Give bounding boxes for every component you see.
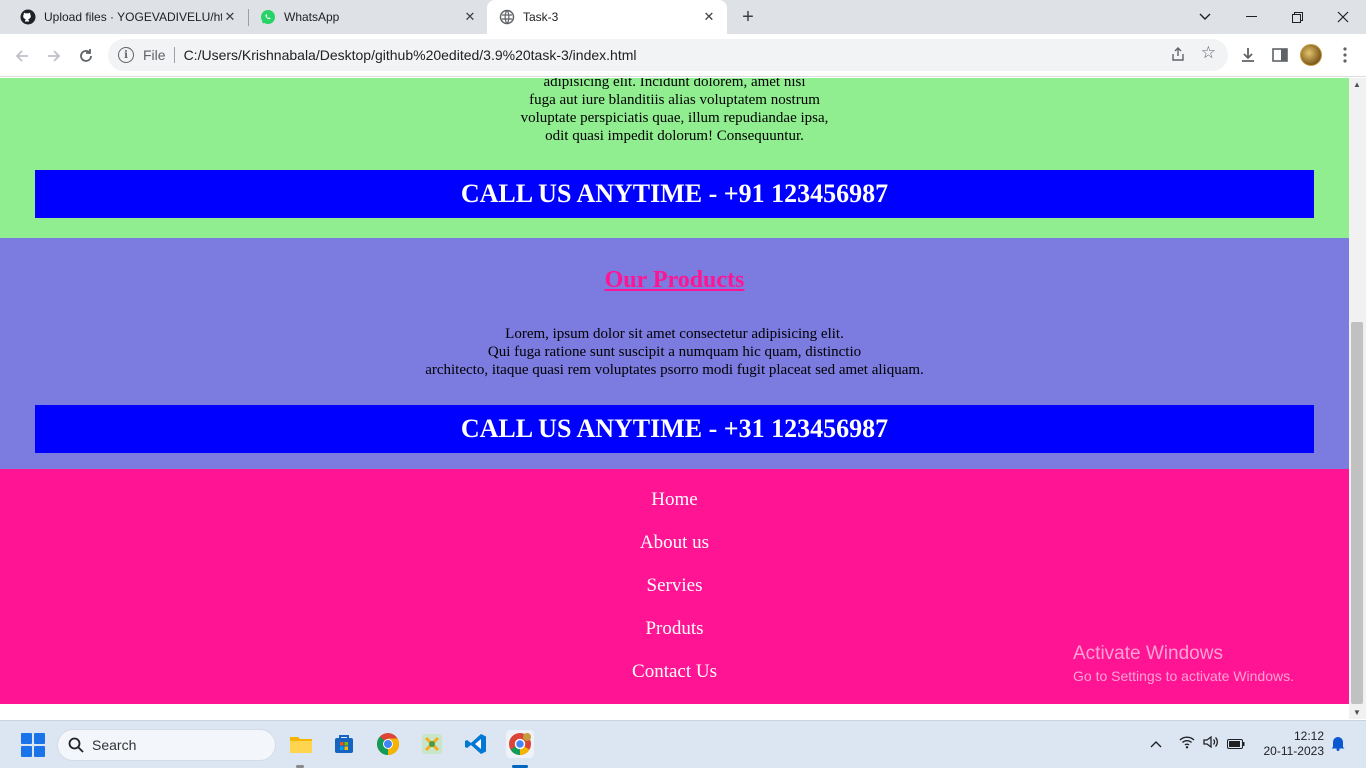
restore-icon[interactable] [1274, 0, 1320, 34]
github-icon [20, 9, 36, 25]
chevron-up-icon[interactable] [1150, 736, 1162, 751]
forward-button[interactable] [40, 42, 68, 70]
vscode-icon[interactable] [462, 730, 490, 758]
minimize-icon[interactable] [1228, 0, 1274, 34]
reload-button[interactable] [72, 42, 100, 70]
download-icon[interactable] [1236, 43, 1260, 67]
products-line: architecto, itaque quasi rem voluptates … [425, 362, 924, 378]
tab-title: Task-3 [523, 10, 559, 24]
footer-link-services[interactable]: Servies [647, 575, 703, 596]
whatsapp-icon [260, 9, 276, 25]
new-tab-button[interactable]: + [736, 5, 760, 29]
search-icon [68, 737, 84, 753]
chrome-profile-icon[interactable] [506, 730, 534, 758]
products-section: Our Products Lorem, ipsum dolor sit amet… [0, 238, 1349, 469]
forward-arrow-icon [48, 50, 61, 62]
intro-line: odit quasi impedit dolorum! Consequuntur… [545, 128, 804, 144]
notification-bell-icon[interactable] [1331, 735, 1345, 754]
dev-tools-app-icon[interactable] [418, 730, 446, 758]
address-bar[interactable]: i File C:/Users/Krishnabala/Desktop/gith… [108, 39, 1228, 71]
footer-nav: Home About us Servies Produts Contact Us… [0, 469, 1349, 704]
clock-time: 12:12 [1293, 729, 1324, 743]
tab-task-3[interactable]: Task-3 ✕ [487, 0, 727, 34]
bookmark-star-icon[interactable]: ☆ [1201, 43, 1216, 63]
scroll-down-arrow-icon[interactable]: ▼ [1353, 708, 1361, 717]
tab-search-chevron-icon[interactable] [1182, 0, 1228, 34]
windows-taskbar: Search 12:12 20-11-2023 [0, 720, 1366, 768]
close-tab-icon[interactable]: ✕ [701, 9, 717, 25]
back-arrow-icon [15, 50, 28, 62]
close-tab-icon[interactable]: ✕ [462, 9, 478, 25]
tab-github-upload[interactable]: Upload files · YOGEVADIVELU/ht ✕ [8, 0, 248, 34]
url-text[interactable]: C:/Users/Krishnabala/Desktop/github%20ed… [184, 47, 637, 63]
site-info-icon[interactable]: i [118, 47, 134, 63]
profile-avatar[interactable] [1300, 44, 1322, 66]
intro-line: adipisicing elit. Incidunt dolorem, amet… [543, 78, 806, 90]
footer-link-home[interactable]: Home [651, 489, 697, 510]
intro-section: adipisicing elit. Incidunt dolorem, amet… [0, 78, 1349, 238]
close-window-icon[interactable] [1320, 0, 1366, 34]
microsoft-store-icon[interactable] [330, 730, 358, 758]
products-heading: Our Products [604, 267, 745, 293]
side-panel-icon[interactable] [1268, 43, 1292, 67]
tab-strip: Upload files · YOGEVADIVELU/ht ✕ WhatsAp… [0, 0, 1366, 34]
volume-icon[interactable] [1203, 735, 1219, 752]
products-line: Lorem, ipsum dolor sit amet consectetur … [505, 326, 844, 342]
more-menu-icon[interactable] [1333, 43, 1357, 67]
scheme-label: File [143, 47, 175, 63]
windows-start-icon[interactable] [21, 733, 45, 757]
chrome-icon[interactable] [374, 730, 402, 758]
close-tab-icon[interactable]: ✕ [222, 9, 238, 25]
battery-icon[interactable] [1227, 737, 1245, 752]
share-icon[interactable] [1170, 46, 1186, 67]
scroll-up-arrow-icon[interactable]: ▲ [1353, 80, 1361, 89]
search-label: Search [92, 737, 137, 753]
file-explorer-icon[interactable] [287, 730, 315, 758]
call-us-banner: CALL US ANYTIME - +91 123456987 [35, 170, 1314, 218]
intro-line: voluptate perspiciatis quae, illum repud… [520, 110, 829, 126]
activate-windows-title: Activate Windows [1073, 643, 1223, 664]
tab-title: WhatsApp [284, 10, 340, 24]
browser-toolbar: i File C:/Users/Krishnabala/Desktop/gith… [0, 34, 1366, 77]
footer-link-contact[interactable]: Contact Us [632, 661, 717, 682]
back-button[interactable] [8, 42, 36, 70]
call-us-banner: CALL US ANYTIME - +31 123456987 [35, 405, 1314, 453]
footer-link-about[interactable]: About us [640, 532, 709, 553]
activate-windows-subtitle: Go to Settings to activate Windows. [1073, 668, 1294, 684]
taskbar-clock[interactable]: 12:12 20-11-2023 [1258, 729, 1325, 759]
footer-link-products[interactable]: Produts [645, 618, 703, 639]
reload-icon [80, 49, 92, 62]
page-viewport: adipisicing elit. Incidunt dolorem, amet… [0, 78, 1349, 704]
globe-icon [499, 9, 515, 25]
page-scrollbar[interactable]: ▲ ▼ [1349, 78, 1366, 719]
scrollbar-thumb[interactable] [1351, 322, 1363, 704]
wifi-icon[interactable] [1179, 735, 1195, 752]
tab-title: Upload files · YOGEVADIVELU/ht [44, 10, 222, 24]
intro-line: fuga aut iure blanditiis alias voluptate… [529, 92, 820, 108]
tab-whatsapp[interactable]: WhatsApp ✕ [248, 0, 488, 34]
products-line: Qui fuga ratione sunt suscipit a numquam… [487, 344, 862, 360]
clock-date: 20-11-2023 [1263, 744, 1325, 758]
taskbar-search-box[interactable]: Search [57, 729, 276, 761]
